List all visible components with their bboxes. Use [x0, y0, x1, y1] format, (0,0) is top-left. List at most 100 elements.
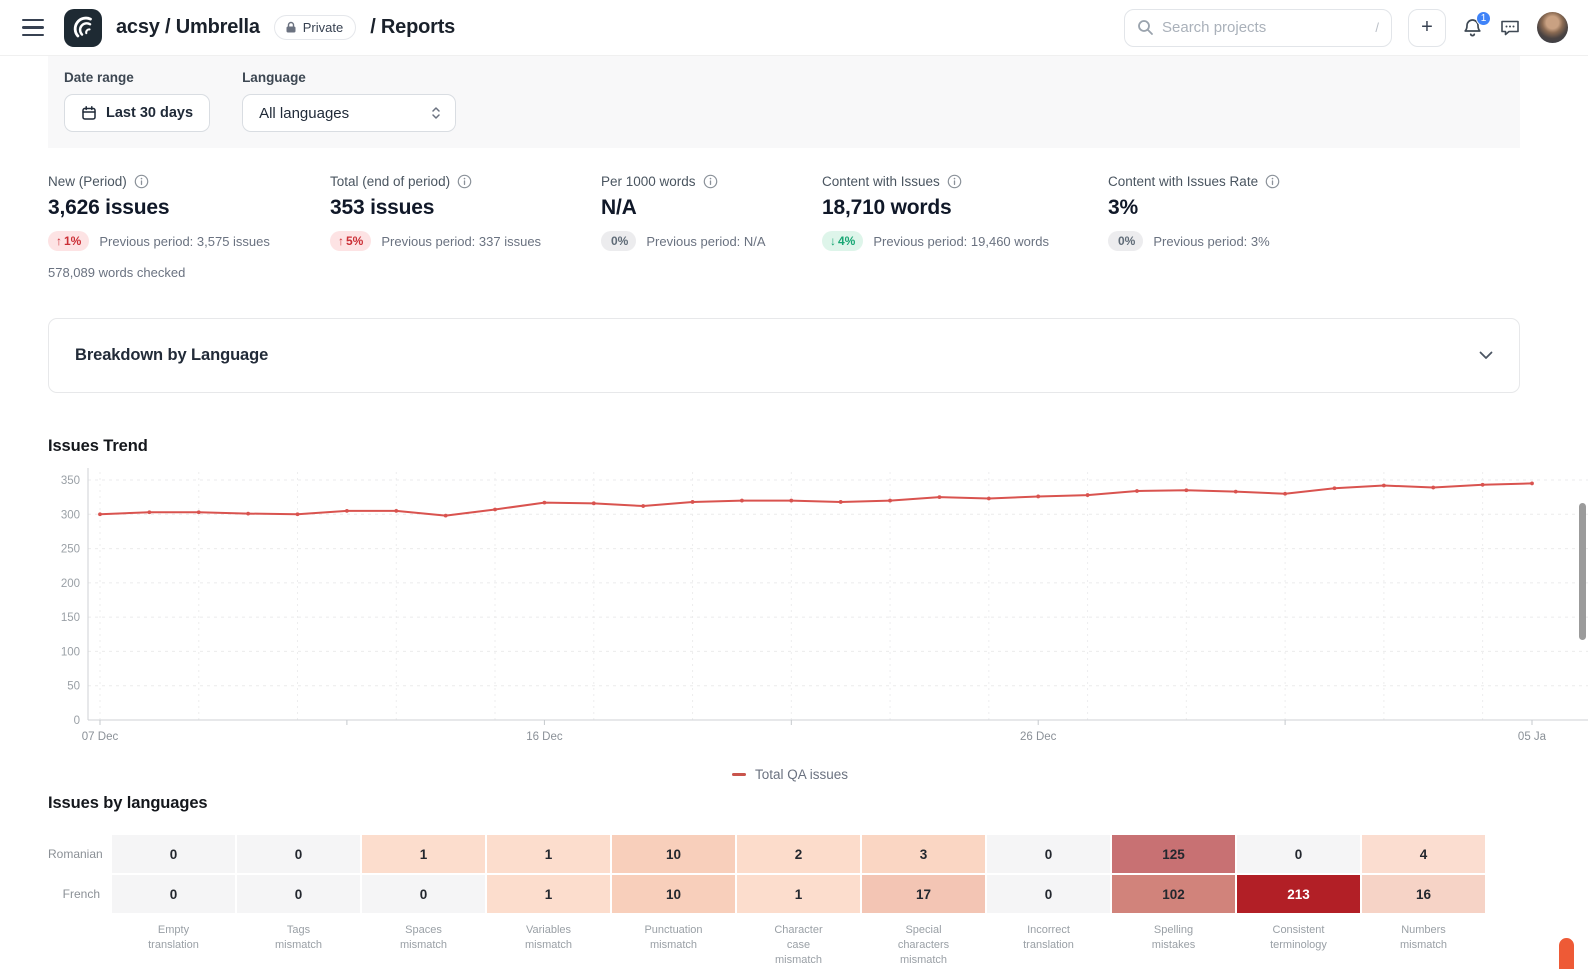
heatmap-column-label: Spacesmismatch [362, 915, 485, 968]
heatmap-cell: 213 [1237, 875, 1360, 913]
svg-text:250: 250 [61, 544, 80, 556]
info-icon[interactable] [457, 174, 472, 189]
heatmap-column-label: Emptytranslation [112, 915, 235, 968]
heatmap-column-label: Punctuationmismatch [612, 915, 735, 968]
previous-period-text: Previous period: 337 issues [381, 234, 541, 249]
previous-period-text: Previous period: N/A [646, 234, 765, 249]
heatmap-cell: 4 [1362, 835, 1485, 873]
stat-new-period: New (Period) 3,626 issues ↑1% Previous p… [48, 174, 330, 280]
legend-label: Total QA issues [755, 767, 848, 782]
language-label: Language [242, 70, 456, 85]
heatmap-cell: 0 [112, 875, 235, 913]
vertical-scrollbar-thumb[interactable] [1579, 503, 1586, 640]
heatmap-cell: 17 [862, 875, 985, 913]
add-button[interactable]: + [1408, 9, 1446, 47]
info-icon[interactable] [703, 174, 718, 189]
messages-button[interactable] [1499, 18, 1521, 38]
previous-period-text: Previous period: 3% [1153, 234, 1269, 249]
heatmap-cell: 0 [987, 835, 1110, 873]
svg-text:350: 350 [61, 475, 80, 487]
svg-text:150: 150 [61, 612, 80, 624]
heatmap-column-label: Numbersmismatch [1362, 915, 1485, 968]
heatmap-cell: 125 [1112, 835, 1235, 873]
sort-arrows-icon [429, 105, 443, 121]
svg-text:16 Dec: 16 Dec [526, 731, 563, 743]
heatmap-cell: 16 [1362, 875, 1485, 913]
svg-text:50: 50 [67, 681, 80, 693]
svg-text:07 Dec: 07 Dec [82, 731, 119, 743]
menu-icon[interactable] [22, 19, 44, 37]
language-select[interactable]: All languages [242, 94, 456, 132]
heatmap-cell: 0 [237, 835, 360, 873]
top-header: acsy / Umbrella Private / Reports / + 1 [0, 0, 1588, 56]
heatmap-column-label: Specialcharactersmismatch [862, 915, 985, 968]
stat-total-end-period: Total (end of period) 353 issues ↑5% Pre… [330, 174, 601, 280]
date-range-button[interactable]: Last 30 days [64, 94, 210, 132]
stat-value: 3,626 issues [48, 196, 330, 220]
heatmap-cell: 1 [487, 835, 610, 873]
calendar-icon [81, 105, 97, 121]
heatmap-language-label: Romanian [48, 847, 110, 861]
breadcrumb-page: / Reports [370, 16, 455, 39]
heatmap-row: French000110117010221316 [48, 875, 1588, 913]
search-input[interactable] [1162, 19, 1375, 36]
search-icon [1137, 19, 1154, 36]
breakdown-by-language-toggle[interactable]: Breakdown by Language [48, 318, 1520, 393]
heatmap-language-label: French [48, 887, 110, 901]
svg-text:0: 0 [74, 715, 80, 727]
stat-value: 3% [1108, 196, 1280, 220]
heatmap-cell: 0 [112, 835, 235, 873]
heatmap-column-labels: EmptytranslationTagsmismatchSpacesmismat… [48, 915, 1588, 968]
heatmap-cell: 10 [612, 835, 735, 873]
svg-text:300: 300 [61, 509, 80, 521]
chat-icon [1499, 18, 1521, 38]
issues-by-languages-heatmap: Romanian00111023012504French000110117010… [48, 835, 1588, 968]
heatmap-cell: 0 [987, 875, 1110, 913]
date-range-label: Date range [64, 70, 210, 85]
heatmap-cell: 3 [862, 835, 985, 873]
heatmap-column-label: Consistentterminology [1237, 915, 1360, 968]
notification-count-badge: 1 [1476, 11, 1491, 26]
previous-period-text: Previous period: 19,460 words [873, 234, 1049, 249]
heatmap-cell: 0 [362, 875, 485, 913]
heatmap-column-label: Spellingmistakes [1112, 915, 1235, 968]
heatmap-cell: 1 [737, 875, 860, 913]
search-input-wrapper: / [1124, 9, 1392, 47]
info-icon[interactable] [947, 174, 962, 189]
svg-text:200: 200 [61, 578, 80, 590]
bottom-right-scroll-indicator[interactable] [1559, 938, 1574, 969]
trend-badge: 0% [1108, 231, 1143, 251]
svg-text:26 Dec: 26 Dec [1020, 731, 1057, 743]
stat-per-1000-words: Per 1000 words N/A 0% Previous period: N… [601, 174, 822, 280]
stat-content-with-issues: Content with Issues 18,710 words ↓4% Pre… [822, 174, 1108, 280]
issues-trend-title: Issues Trend [48, 437, 1588, 456]
user-avatar[interactable] [1537, 12, 1568, 43]
trend-line-chart: 05010015020025030035007 Dec16 Dec26 Dec0… [48, 462, 1588, 754]
previous-period-text: Previous period: 3,575 issues [99, 234, 270, 249]
trend-badge: ↑1% [48, 231, 89, 251]
stat-value: N/A [601, 196, 822, 220]
heatmap-cell: 0 [1237, 835, 1360, 873]
info-icon[interactable] [1265, 174, 1280, 189]
search-shortcut-hint: / [1375, 20, 1379, 35]
notifications-button[interactable]: 1 [1462, 17, 1483, 39]
filters-panel: Date range Last 30 days Language All lan… [48, 56, 1520, 148]
words-checked-text: 578,089 words checked [48, 265, 330, 280]
app-logo-icon[interactable] [64, 9, 102, 47]
heatmap-cell: 1 [487, 875, 610, 913]
breadcrumb-project[interactable]: acsy / Umbrella [116, 16, 260, 39]
stat-value: 18,710 words [822, 196, 1108, 220]
chevron-down-icon [1479, 351, 1493, 360]
stat-content-with-issues-rate: Content with Issues Rate 3% 0% Previous … [1108, 174, 1280, 280]
heatmap-column-label: Variablesmismatch [487, 915, 610, 968]
heatmap-cell: 1 [362, 835, 485, 873]
svg-text:05 Ja: 05 Ja [1518, 731, 1547, 743]
stats-row: New (Period) 3,626 issues ↑1% Previous p… [48, 174, 1588, 280]
info-icon[interactable] [134, 174, 149, 189]
chart-legend: Total QA issues [48, 767, 1532, 782]
issues-trend-chart: 05010015020025030035007 Dec16 Dec26 Dec0… [48, 462, 1588, 782]
lock-icon [285, 21, 297, 34]
heatmap-column-label: Tagsmismatch [237, 915, 360, 968]
stat-value: 353 issues [330, 196, 601, 220]
trend-badge: ↑5% [330, 231, 371, 251]
